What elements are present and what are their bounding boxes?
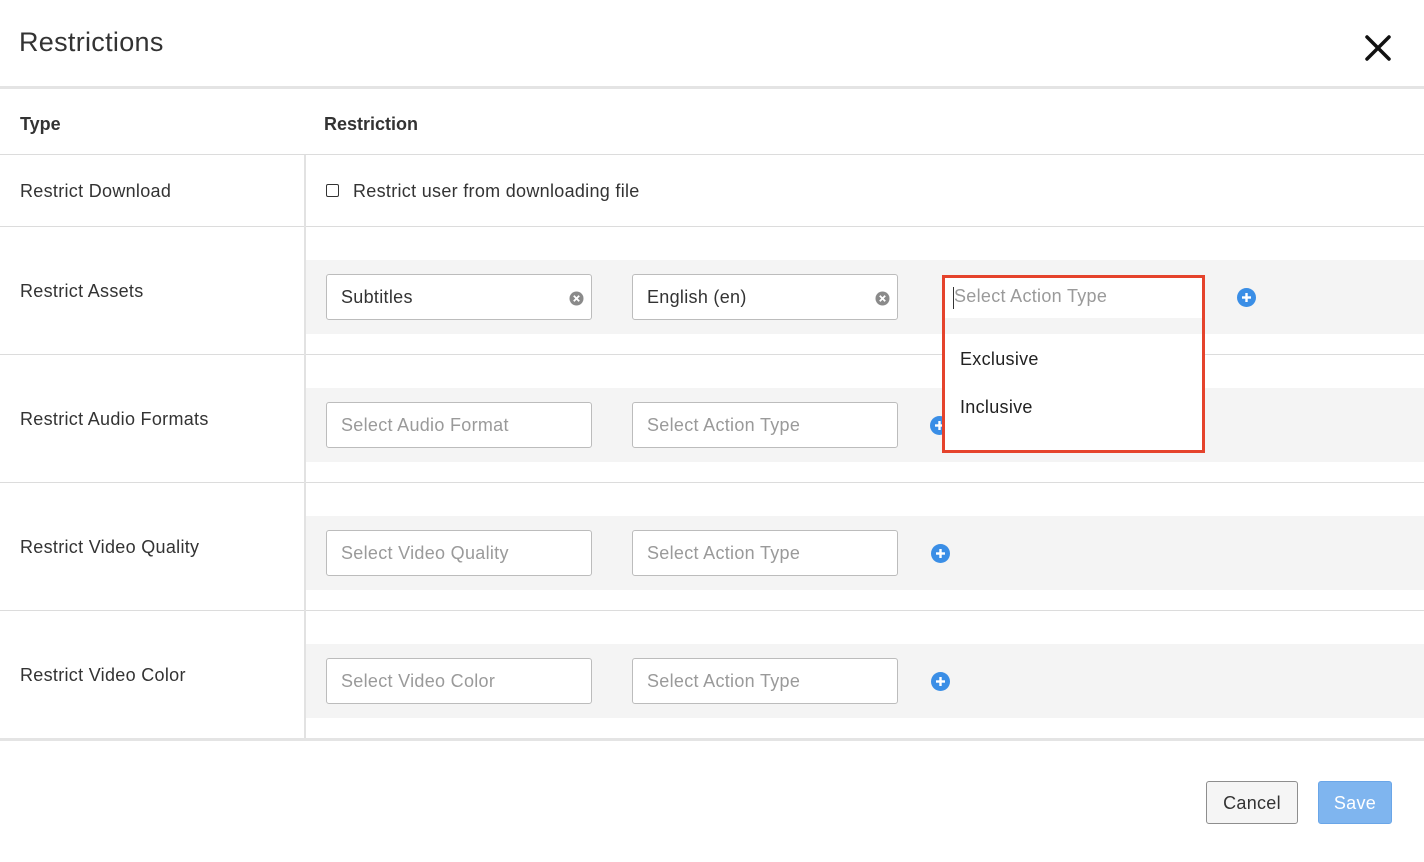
footer-divider	[0, 738, 1424, 741]
dialog-title: Restrictions	[19, 27, 164, 57]
dropdown-separator	[945, 318, 1202, 334]
video-color-select[interactable]: Select Video Color	[326, 658, 592, 704]
restrict-download-checkbox[interactable]	[326, 184, 339, 197]
dropdown-option-inclusive[interactable]: Inclusive	[960, 397, 1033, 418]
asset-language-select[interactable]: English (en)	[632, 274, 898, 320]
clear-icon[interactable]	[875, 290, 890, 306]
add-asset-icon[interactable]	[1237, 288, 1256, 307]
asset-language-value: English (en)	[647, 287, 747, 307]
cancel-button[interactable]: Cancel	[1206, 781, 1298, 824]
audio-format-select[interactable]: Select Audio Format	[326, 402, 592, 448]
row-divider	[0, 354, 1424, 355]
row-divider	[0, 610, 1424, 611]
audio-action-type-placeholder: Select Action Type	[647, 415, 801, 435]
row-label-assets: Restrict Assets	[20, 281, 144, 301]
restrict-download-checkbox-label[interactable]: Restrict user from downloading file	[353, 181, 640, 202]
column-header-restriction: Restriction	[324, 114, 419, 134]
video-quality-action-type-placeholder: Select Action Type	[647, 543, 801, 563]
row-divider	[0, 154, 1424, 155]
add-video-color-icon[interactable]	[931, 672, 950, 691]
row-label-video-quality: Restrict Video Quality	[20, 537, 200, 557]
row-label-download: Restrict Download	[20, 181, 172, 201]
action-type-search-input[interactable]: Select Action Type	[954, 286, 1107, 307]
row-label-video-color: Restrict Video Color	[20, 665, 186, 685]
add-video-quality-icon[interactable]	[931, 544, 950, 563]
video-color-action-type-placeholder: Select Action Type	[647, 671, 801, 691]
column-header-type: Type	[20, 114, 61, 134]
text-cursor	[953, 287, 954, 309]
video-quality-action-type-select[interactable]: Select Action Type	[632, 530, 898, 576]
video-color-placeholder: Select Video Color	[341, 671, 496, 691]
save-button[interactable]: Save	[1318, 781, 1392, 824]
video-color-action-type-select[interactable]: Select Action Type	[632, 658, 898, 704]
row-label-audio: Restrict Audio Formats	[20, 409, 209, 429]
close-icon[interactable]	[1360, 30, 1396, 66]
video-quality-placeholder: Select Video Quality	[341, 543, 509, 563]
action-type-dropdown[interactable]: Select Action Type Exclusive Inclusive	[942, 275, 1205, 453]
clear-icon[interactable]	[569, 290, 584, 306]
row-divider	[0, 226, 1424, 227]
dialog-header: Restrictions	[0, 0, 1424, 89]
asset-type-value: Subtitles	[341, 287, 413, 307]
row-divider	[0, 482, 1424, 483]
audio-format-placeholder: Select Audio Format	[341, 415, 509, 435]
dropdown-option-exclusive[interactable]: Exclusive	[960, 349, 1039, 370]
video-quality-select[interactable]: Select Video Quality	[326, 530, 592, 576]
asset-type-select[interactable]: Subtitles	[326, 274, 592, 320]
audio-action-type-select[interactable]: Select Action Type	[632, 402, 898, 448]
